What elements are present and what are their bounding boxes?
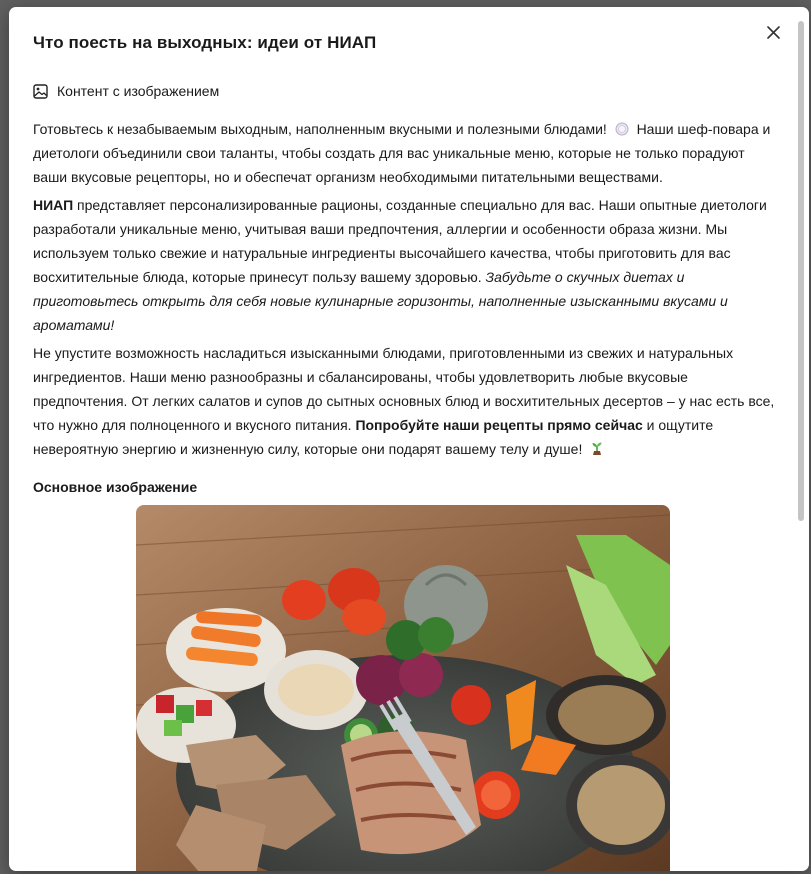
close-button[interactable] — [762, 21, 784, 43]
p3-bold: Попробуйте наши рецепты прямо сейчас — [355, 417, 643, 433]
close-icon — [766, 25, 780, 39]
modal-dialog: Что поесть на выходных: идеи от НИАП Кон… — [9, 7, 809, 871]
content-kind-label: Контент с изображением — [57, 83, 220, 99]
paragraph-3: Не упустите возможность насладиться изыс… — [33, 341, 775, 461]
modal-title: Что поесть на выходных: идеи от НИАП — [33, 33, 377, 52]
image-icon — [33, 83, 48, 99]
main-food-image — [136, 505, 670, 871]
paragraph-1: Готовьтесь к незабываемым выходным, напо… — [33, 117, 775, 189]
article-body: Готовьтесь к незабываемым выходным, напо… — [33, 117, 775, 465]
paragraph-2: НИАП представляет персонализированные ра… — [33, 193, 775, 337]
content-kind: Контент с изображением — [33, 83, 219, 99]
sprout-emoji-icon — [590, 440, 604, 456]
scrollbar[interactable] — [798, 21, 804, 521]
plate-emoji-icon — [615, 119, 629, 136]
p2-brand: НИАП — [33, 197, 74, 213]
main-image-heading: Основное изображение — [33, 479, 198, 495]
p1-text-a: Готовьтесь к незабываемым выходным, напо… — [33, 121, 607, 137]
